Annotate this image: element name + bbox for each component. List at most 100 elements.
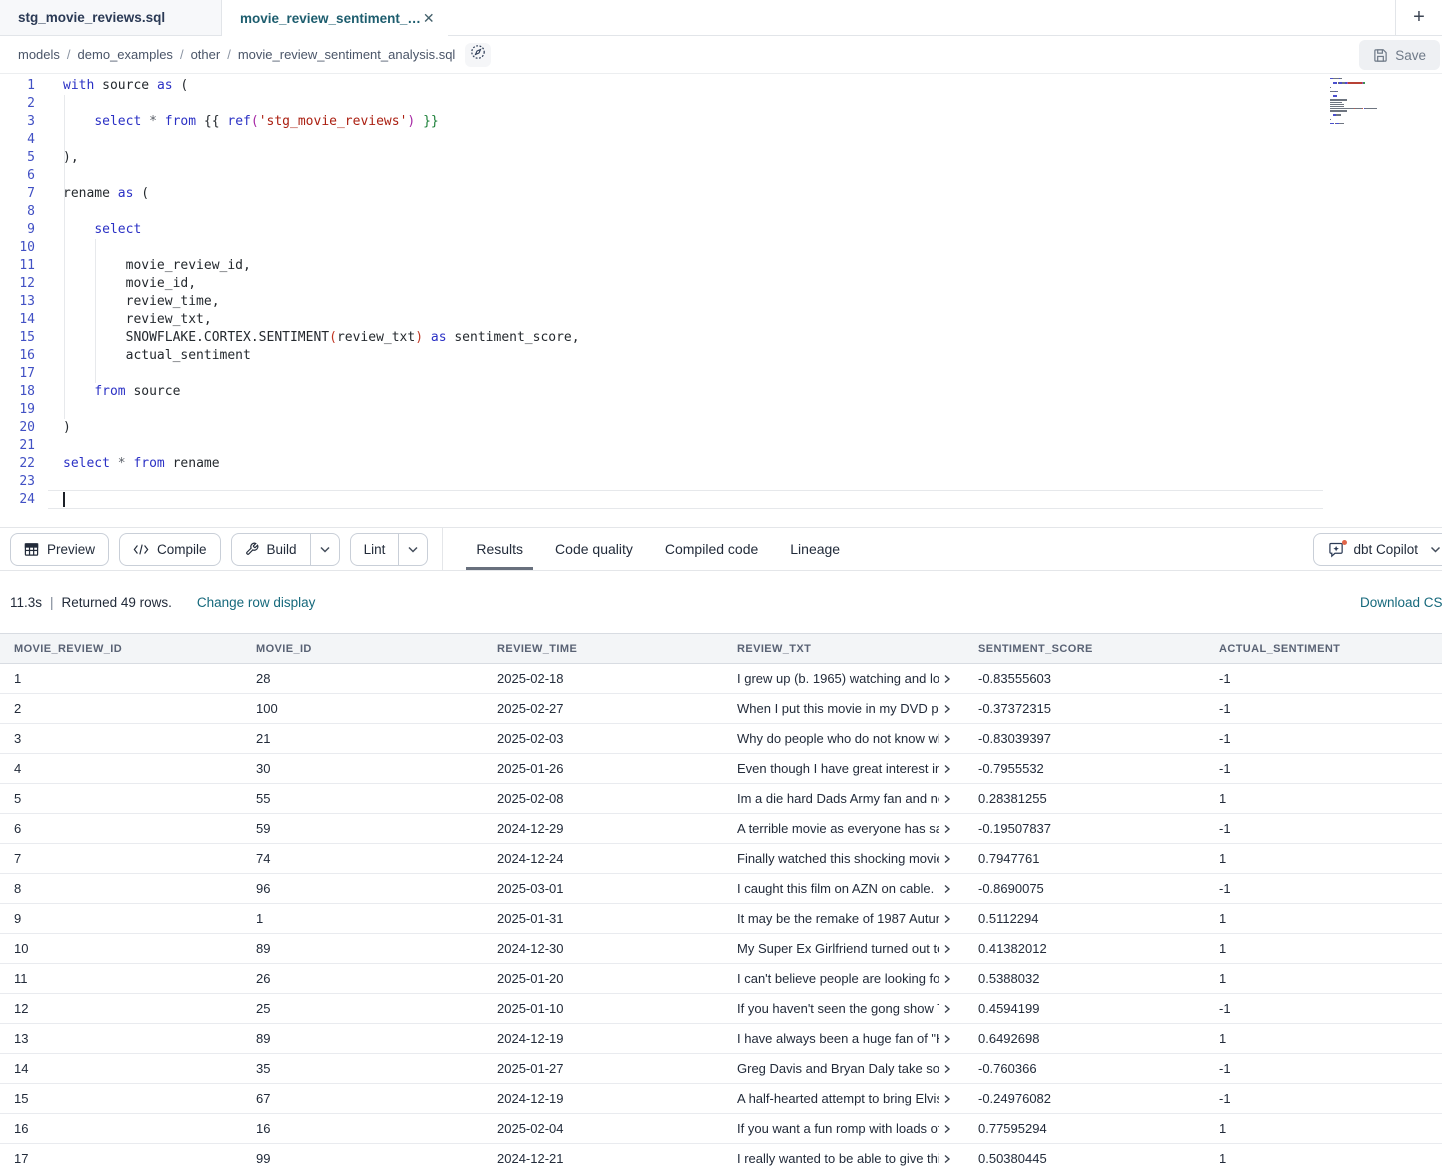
table-cell: 14	[0, 1061, 242, 1076]
code-editor[interactable]: 1with source as (23 select * from {{ ref…	[0, 74, 1442, 527]
expand-cell-icon[interactable]	[942, 674, 952, 684]
expand-cell-icon[interactable]	[942, 1154, 952, 1164]
text-cursor	[63, 492, 65, 507]
table-cell: -0.24976082	[964, 1091, 1205, 1106]
review-txt-value: It may be the remake of 1987 Autumn'…	[737, 911, 939, 926]
tab-compiled-code[interactable]: Compiled code	[665, 528, 758, 570]
build-dropdown-button[interactable]	[310, 534, 339, 565]
table-cell: 89	[242, 941, 483, 956]
table-cell: 1	[1205, 1031, 1442, 1046]
code-line: 9 select	[0, 221, 1442, 239]
lint-label: Lint	[364, 542, 386, 557]
column-header-sentiment-score: SENTIMENT_SCORE	[964, 643, 1205, 655]
table-cell: 2024-12-19	[483, 1031, 723, 1046]
table-cell: -0.19507837	[964, 821, 1205, 836]
tab-lineage[interactable]: Lineage	[790, 528, 840, 570]
code-line: 6	[0, 167, 1442, 185]
line-number: 8	[0, 203, 40, 221]
table-row: 13892024-12-19I have always been a huge …	[0, 1024, 1442, 1054]
expand-cell-icon[interactable]	[942, 1064, 952, 1074]
save-button[interactable]: Save	[1359, 40, 1440, 70]
table-cell: -0.760366	[964, 1061, 1205, 1076]
table-cell: 2025-01-26	[483, 761, 723, 776]
close-icon[interactable]: ✕	[421, 8, 437, 29]
review-txt-cell: When I put this movie in my DVD playe…	[723, 701, 964, 716]
breadcrumb-other[interactable]: other	[191, 47, 221, 62]
expand-cell-icon[interactable]	[942, 1034, 952, 1044]
code-line: 15 SNOWFLAKE.CORTEX.SENTIMENT(review_txt…	[0, 329, 1442, 347]
tab-strip-spacer	[448, 0, 1395, 35]
dbt-copilot-button[interactable]: dbt Copilot	[1313, 533, 1442, 566]
code-line: 20)	[0, 419, 1442, 437]
minimap[interactable]	[1330, 78, 1402, 132]
table-cell: 0.77595294	[964, 1121, 1205, 1136]
breadcrumb-separator: /	[180, 47, 184, 62]
expand-cell-icon[interactable]	[942, 974, 952, 984]
expand-cell-icon[interactable]	[942, 914, 952, 924]
meta-separator: |	[50, 595, 54, 610]
build-button[interactable]: Build	[232, 534, 310, 565]
table-cell: 74	[242, 851, 483, 866]
code-line: 17	[0, 365, 1442, 383]
line-number: 22	[0, 455, 40, 473]
expand-cell-icon[interactable]	[942, 794, 952, 804]
review-txt-value: Why do people who do not know what…	[737, 731, 939, 746]
table-cell: 0.5112294	[964, 911, 1205, 926]
lint-button[interactable]: Lint	[351, 534, 399, 565]
download-csv-link[interactable]: Download CSV	[1360, 595, 1442, 610]
table-row: 912025-01-31It may be the remake of 1987…	[0, 904, 1442, 934]
expand-cell-icon[interactable]	[942, 764, 952, 774]
expand-cell-icon[interactable]	[942, 884, 952, 894]
expand-cell-icon[interactable]	[942, 1004, 952, 1014]
preview-button[interactable]: Preview	[10, 533, 109, 566]
table-cell: -1	[1205, 881, 1442, 896]
expand-cell-icon[interactable]	[942, 824, 952, 834]
breadcrumb-demo-examples[interactable]: demo_examples	[78, 47, 173, 62]
table-cell: 0.6492698	[964, 1031, 1205, 1046]
review-txt-cell: Im a die hard Dads Army fan and nothi…	[723, 791, 964, 806]
code-line: 8	[0, 203, 1442, 221]
editor-tab-strip: stg_movie_reviews.sql movie_review_senti…	[0, 0, 1442, 36]
expand-cell-icon[interactable]	[942, 944, 952, 954]
tab-results[interactable]: Results	[476, 528, 523, 570]
change-row-display-link[interactable]: Change row display	[197, 595, 316, 610]
lint-dropdown-button[interactable]	[398, 534, 427, 565]
code-line: 2	[0, 95, 1442, 113]
tab-code-quality[interactable]: Code quality	[555, 528, 633, 570]
wrench-icon	[245, 542, 259, 556]
expand-cell-icon[interactable]	[942, 854, 952, 864]
code-line: 7rename as (	[0, 185, 1442, 203]
action-bar: Preview Compile Build	[0, 527, 1442, 571]
table-cell: 2025-02-18	[483, 671, 723, 686]
line-number: 6	[0, 167, 40, 185]
compile-button[interactable]: Compile	[119, 533, 221, 566]
line-number: 10	[0, 239, 40, 257]
review-txt-value: Im a die hard Dads Army fan and nothi…	[737, 791, 939, 806]
tab-label: stg_movie_reviews.sql	[18, 10, 165, 25]
expand-cell-icon[interactable]	[942, 1094, 952, 1104]
table-cell: 15	[0, 1091, 242, 1106]
tab-movie-review-sentiment[interactable]: movie_review_sentiment_… ✕	[222, 0, 448, 36]
table-cell: 10	[0, 941, 242, 956]
review-txt-cell: If you haven't seen the gong show TV s…	[723, 1001, 964, 1016]
line-number: 21	[0, 437, 40, 455]
tab-stg-movie-reviews[interactable]: stg_movie_reviews.sql	[0, 0, 222, 35]
line-number: 13	[0, 293, 40, 311]
open-in-docs-button[interactable]	[465, 43, 491, 67]
line-number: 4	[0, 131, 40, 149]
review-txt-value: I grew up (b. 1965) watching and lovin…	[737, 671, 939, 686]
expand-cell-icon[interactable]	[942, 704, 952, 714]
column-header-actual-sentiment: ACTUAL_SENTIMENT	[1205, 643, 1442, 655]
code-line: 19	[0, 401, 1442, 419]
table-cell: 89	[242, 1031, 483, 1046]
expand-cell-icon[interactable]	[942, 734, 952, 744]
table-cell: 0.28381255	[964, 791, 1205, 806]
review-txt-cell: Even though I have great interest in Bi…	[723, 761, 964, 776]
table-cell: 2025-01-10	[483, 1001, 723, 1016]
table-cell: 7	[0, 851, 242, 866]
table-cell: 55	[242, 791, 483, 806]
table-cell: 12	[0, 1001, 242, 1016]
expand-cell-icon[interactable]	[942, 1124, 952, 1134]
breadcrumb-models[interactable]: models	[18, 47, 60, 62]
new-tab-button[interactable]: +	[1395, 0, 1442, 35]
